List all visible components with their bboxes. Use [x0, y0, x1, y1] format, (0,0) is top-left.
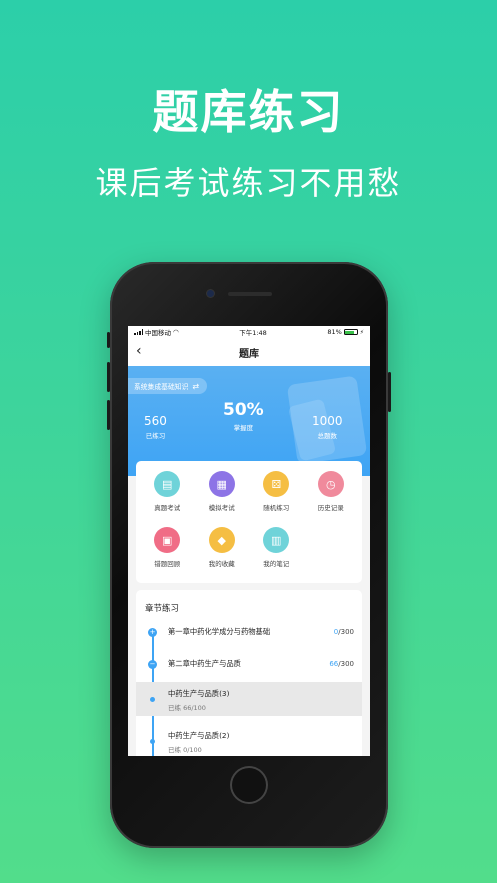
section-row[interactable]: 中药生产与品质(2) 已练 0/100 — [136, 724, 362, 756]
stat-practiced-value: 560 — [144, 414, 167, 428]
earpiece-speaker — [228, 292, 272, 296]
func-history[interactable]: ◷ 历史记录 — [304, 471, 359, 527]
func-random-practice[interactable]: ⚄ 随机练习 — [249, 471, 304, 527]
stat-total-label: 总题数 — [317, 432, 338, 440]
section-name: 中药生产与品质(2) — [168, 731, 230, 740]
swap-icon: ⇄ — [192, 381, 200, 391]
chapter-row[interactable]: + 第一章中药化学成分与药物基础 0/300 — [136, 622, 362, 642]
volume-up-button — [107, 362, 110, 392]
battery-percent: 81% — [327, 328, 342, 336]
chapter-practice-card: 章节练习 + 第一章中药化学成分与药物基础 0/300 − 第二章中药生产与品质… — [136, 590, 362, 756]
func-mock-exam[interactable]: ▦ 模拟考试 — [195, 471, 250, 527]
favorite-icon: ◆ — [208, 527, 235, 553]
mock-exam-icon: ▦ — [208, 471, 235, 497]
chapter-count: 66/300 — [329, 660, 354, 668]
func-notes[interactable]: ▥ 我的笔记 — [249, 527, 304, 583]
subject-switcher[interactable]: 系统集成基础知识 ⇄ — [128, 378, 208, 394]
stat-mastery-value: 50% — [223, 400, 264, 420]
dice-icon: ⚄ — [263, 471, 290, 497]
signal-icon — [134, 329, 143, 335]
func-wrong-review[interactable]: ▣ 错题回顾 — [140, 527, 195, 583]
page-title: 题库 — [239, 348, 259, 360]
chapter-name: 第二章中药生产与品质 — [168, 659, 241, 668]
section-progress: 已练 66/100 — [168, 704, 206, 712]
function-grid: ▤ 真题考试 ▦ 模拟考试 ⚄ 随机练习 ◷ 历史记录 ▣ 错题回顾 ◆ 我的收… — [140, 471, 358, 583]
history-clock-icon: ◷ — [317, 471, 344, 497]
promo-headline: 题库练习 — [152, 85, 345, 139]
notes-icon: ▥ — [263, 527, 290, 553]
home-button[interactable] — [230, 766, 268, 804]
promo-subline: 课后考试练习不用愁 — [95, 164, 402, 202]
battery-icon — [343, 329, 358, 335]
exam-book-icon: ▤ — [154, 471, 181, 497]
stat-mastery: 50% 掌握度 — [223, 400, 264, 432]
phone-frame: 中国移动 ◠ 下午1:48 81% ⚡ ‹ 题库 系统集成基础知识 ⇄ 560 … — [107, 262, 391, 848]
mute-switch — [107, 332, 110, 348]
collapse-minus-icon[interactable]: − — [148, 659, 157, 669]
section-dot — [150, 739, 155, 744]
stat-total: 1000 总题数 — [312, 414, 343, 440]
expand-plus-icon[interactable]: + — [148, 627, 157, 637]
chapter-name: 第一章中药化学成分与药物基础 — [168, 627, 271, 636]
stats-banner: 系统集成基础知识 ⇄ 560 已练习 50% 掌握度 1000 总题数 — [128, 366, 370, 476]
chapter-row[interactable]: − 第二章中药生产与品质 66/300 — [136, 654, 362, 674]
stat-mastery-label: 掌握度 — [233, 424, 254, 432]
power-button — [388, 372, 391, 412]
wrong-answer-icon: ▣ — [154, 527, 181, 553]
section-row[interactable]: 中药生产与品质(3) 已练 66/100 — [136, 682, 362, 716]
section-name: 中药生产与品质(3) — [168, 689, 230, 698]
front-camera — [207, 290, 214, 297]
chapter-section-title: 章节练习 — [145, 604, 180, 614]
section-dot — [150, 697, 155, 702]
func-real-exam[interactable]: ▤ 真题考试 — [140, 471, 195, 527]
chevron-left-icon[interactable]: ‹ — [136, 344, 142, 358]
charging-icon: ⚡ — [359, 328, 364, 336]
function-card: ▤ 真题考试 ▦ 模拟考试 ⚄ 随机练习 ◷ 历史记录 ▣ 错题回顾 ◆ 我的收… — [136, 461, 362, 583]
stat-total-value: 1000 — [312, 414, 343, 428]
stat-practiced-label: 已练习 — [145, 432, 166, 440]
nav-bar: ‹ 题库 — [128, 338, 370, 366]
func-favorites[interactable]: ◆ 我的收藏 — [195, 527, 250, 583]
subject-name: 系统集成基础知识 — [134, 383, 189, 391]
stat-practiced: 560 已练习 — [144, 414, 167, 440]
chapter-count: 0/300 — [333, 628, 354, 636]
status-time: 下午1:48 — [239, 329, 267, 337]
app-screen: 中国移动 ◠ 下午1:48 81% ⚡ ‹ 题库 系统集成基础知识 ⇄ 560 … — [128, 326, 370, 756]
carrier-name: 中国移动 — [145, 329, 171, 337]
wifi-icon: ◠ — [173, 328, 179, 336]
status-bar: 中国移动 ◠ 下午1:48 81% ⚡ — [128, 326, 370, 338]
volume-down-button — [107, 400, 110, 430]
section-progress: 已练 0/100 — [168, 746, 202, 754]
